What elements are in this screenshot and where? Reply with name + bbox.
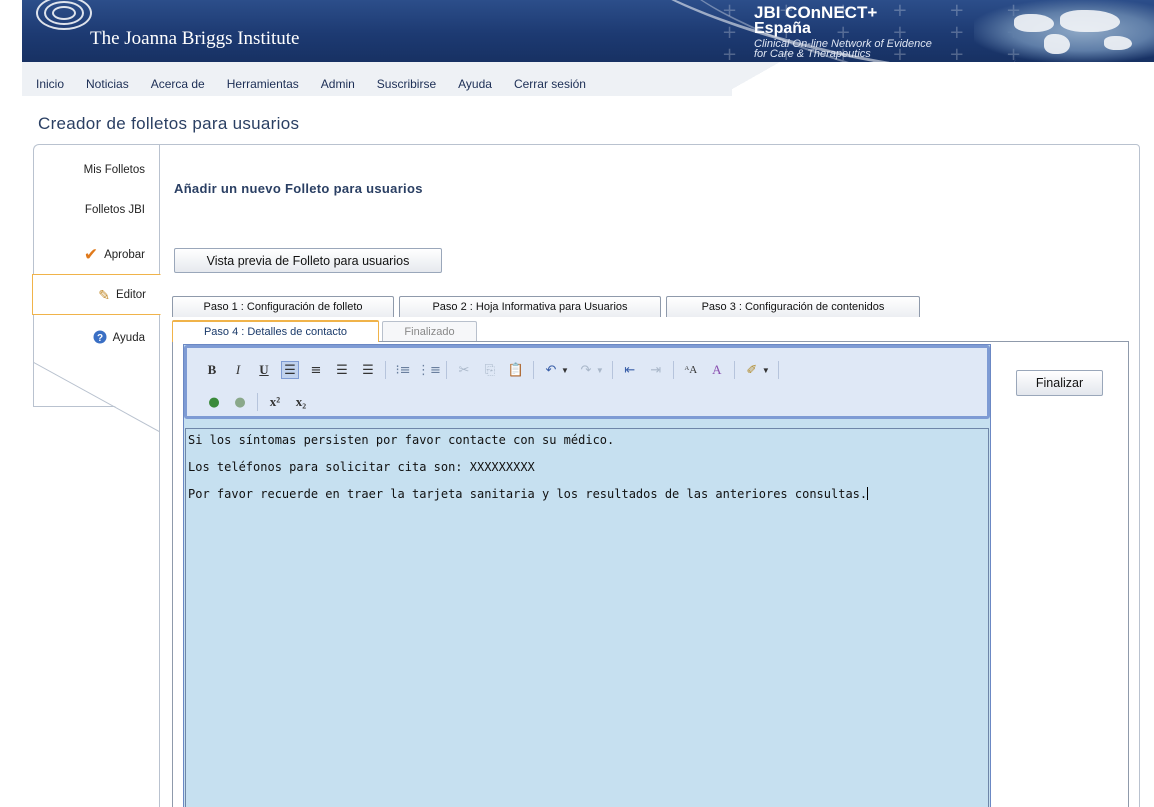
sidebar-item-mis-folletos[interactable]: Mis Folletos bbox=[33, 159, 159, 181]
tab-paso-1[interactable]: Paso 1 : Configuración de folleto bbox=[172, 296, 394, 317]
link-icon[interactable]: ● bbox=[205, 393, 223, 411]
sidebar: Mis Folletos Folletos JBI ✔ Aprobar ✎ Ed… bbox=[32, 144, 161, 444]
page-title: Creador de folletos para usuarios bbox=[38, 114, 300, 133]
sidebar-item-folletos-jbi[interactable]: Folletos JBI bbox=[33, 199, 159, 221]
subscript-icon[interactable]: x₂ bbox=[292, 393, 310, 411]
nav-ayuda[interactable]: Ayuda bbox=[458, 77, 492, 91]
org-name[interactable]: The Joanna Briggs Institute bbox=[90, 28, 300, 50]
superscript-icon[interactable]: x² bbox=[266, 393, 284, 411]
main-nav: Inicio Noticias Acerca de Herramientas A… bbox=[22, 62, 608, 96]
jbi-logo-icon bbox=[36, 0, 92, 30]
sidebar-item-ayuda[interactable]: ? Ayuda bbox=[33, 327, 159, 349]
sidebar-item-label: Editor bbox=[115, 288, 146, 301]
tab-paso-4[interactable]: Paso 4 : Detalles de contacto bbox=[172, 320, 379, 342]
nav-acerca-de[interactable]: Acerca de bbox=[151, 77, 205, 91]
sidebar-item-label: Aprobar bbox=[104, 249, 145, 261]
sidebar-item-label: Ayuda bbox=[112, 332, 145, 344]
nav-background-slope bbox=[720, 62, 780, 96]
bold-icon[interactable]: B bbox=[203, 361, 221, 379]
nav-admin[interactable]: Admin bbox=[321, 77, 355, 91]
jbi-connect-title: JBI COnNECT+ bbox=[754, 3, 878, 22]
undo-icon[interactable]: ↶ bbox=[542, 361, 560, 379]
cut-icon[interactable]: ✂ bbox=[455, 361, 473, 379]
nav-cerrar-sesion[interactable]: Cerrar sesión bbox=[514, 77, 586, 91]
font-color-icon[interactable]: A bbox=[708, 361, 726, 379]
sidebar-item-label: Mis Folletos bbox=[83, 164, 145, 176]
sidebar-item-editor[interactable]: ✎ Editor bbox=[32, 274, 161, 315]
tab-paso-3[interactable]: Paso 3 : Configuración de contenidos bbox=[666, 296, 920, 317]
font-size-icon[interactable]: ᴬA bbox=[682, 361, 700, 379]
sidebar-item-label: Folletos JBI bbox=[84, 204, 145, 216]
sidebar-item-aprobar[interactable]: ✔ Aprobar bbox=[33, 244, 159, 266]
toolbar-separator bbox=[533, 361, 534, 379]
editor-line: Si los síntomas persisten por favor cont… bbox=[188, 433, 615, 447]
svg-text:?: ? bbox=[97, 333, 103, 344]
editor-toolbar-row: B I U ☰ ≡ ☰ ☰ ⁝≡ ⋮≡ ✂ ⎘ 📋 ↶ ▼ ↷ ▼ ⇤ ⇥ ᴬA A… bbox=[203, 361, 787, 379]
nav-noticias[interactable]: Noticias bbox=[86, 77, 129, 91]
nav-suscribirse[interactable]: Suscribirse bbox=[377, 77, 436, 91]
header-banner: + + + + + + + + + + + + + + + + + + + + … bbox=[22, 0, 1154, 62]
editor-line: Los teléfonos para solicitar cita son: X… bbox=[188, 460, 535, 474]
tab-finalizado[interactable]: Finalizado bbox=[382, 321, 477, 342]
editor-line: Por favor recuerde en traer la tarjeta s… bbox=[188, 487, 986, 501]
toolbar-separator bbox=[257, 393, 258, 411]
jbi-country: España bbox=[754, 20, 811, 37]
preview-button[interactable]: Vista previa de Folleto para usuarios bbox=[174, 248, 442, 273]
underline-icon[interactable]: U bbox=[255, 361, 273, 379]
bulleted-list-icon[interactable]: ⋮≡ bbox=[417, 361, 441, 379]
redo-icon[interactable]: ↷ bbox=[577, 361, 595, 379]
paste-icon[interactable]: 📋 bbox=[507, 361, 525, 379]
indent-icon[interactable]: ⇥ bbox=[647, 361, 665, 379]
align-center-icon[interactable]: ≡ bbox=[307, 361, 325, 379]
unlink-icon[interactable]: ● bbox=[231, 393, 249, 411]
copy-icon[interactable]: ⎘ bbox=[481, 361, 499, 379]
help-icon: ? bbox=[93, 330, 107, 346]
undo-dropdown-icon[interactable]: ▼ bbox=[561, 366, 569, 375]
toolbar-separator bbox=[611, 361, 613, 379]
align-left-icon[interactable]: ☰ bbox=[281, 361, 299, 379]
toolbar-separator bbox=[385, 361, 386, 379]
finish-button[interactable]: Finalizar bbox=[1016, 370, 1103, 396]
align-right-icon[interactable]: ☰ bbox=[333, 361, 351, 379]
editor-text-area[interactable]: Si los síntomas persisten por favor cont… bbox=[185, 428, 989, 807]
toolbar-separator bbox=[446, 361, 447, 379]
pencil-icon: ✎ bbox=[98, 286, 110, 303]
world-map-decoration bbox=[974, 0, 1154, 62]
toolbar-separator bbox=[777, 361, 779, 379]
text-caret bbox=[867, 487, 869, 500]
nav-herramientas[interactable]: Herramientas bbox=[227, 77, 299, 91]
editor-toolbar: B I U ☰ ≡ ☰ ☰ ⁝≡ ⋮≡ ✂ ⎘ 📋 ↶ ▼ ↷ ▼ ⇤ ⇥ ᴬA A… bbox=[184, 345, 990, 419]
highlight-icon[interactable]: ✐ bbox=[743, 361, 761, 379]
redo-dropdown-icon[interactable]: ▼ bbox=[596, 366, 604, 375]
editor-line-text: Por favor recuerde en traer la tarjeta s… bbox=[188, 487, 868, 501]
editor-toolbar-row: ● ● x² x₂ bbox=[205, 393, 318, 411]
jbi-subtitle: for Care & Therapeutics bbox=[754, 48, 871, 60]
nav-inicio[interactable]: Inicio bbox=[36, 77, 64, 91]
highlight-dropdown-icon[interactable]: ▼ bbox=[762, 366, 770, 375]
italic-icon[interactable]: I bbox=[229, 361, 247, 379]
checkmark-icon: ✔ bbox=[83, 245, 99, 264]
tab-paso-2[interactable]: Paso 2 : Hoja Informativa para Usuarios bbox=[399, 296, 661, 317]
sidebar-slant-decoration bbox=[33, 362, 160, 432]
section-title: Añadir un nuevo Folleto para usuarios bbox=[174, 181, 423, 196]
toolbar-separator bbox=[672, 361, 674, 379]
outdent-icon[interactable]: ⇤ bbox=[621, 361, 639, 379]
toolbar-separator bbox=[733, 361, 735, 379]
numbered-list-icon[interactable]: ⁝≡ bbox=[394, 361, 412, 379]
align-justify-icon[interactable]: ☰ bbox=[359, 361, 377, 379]
